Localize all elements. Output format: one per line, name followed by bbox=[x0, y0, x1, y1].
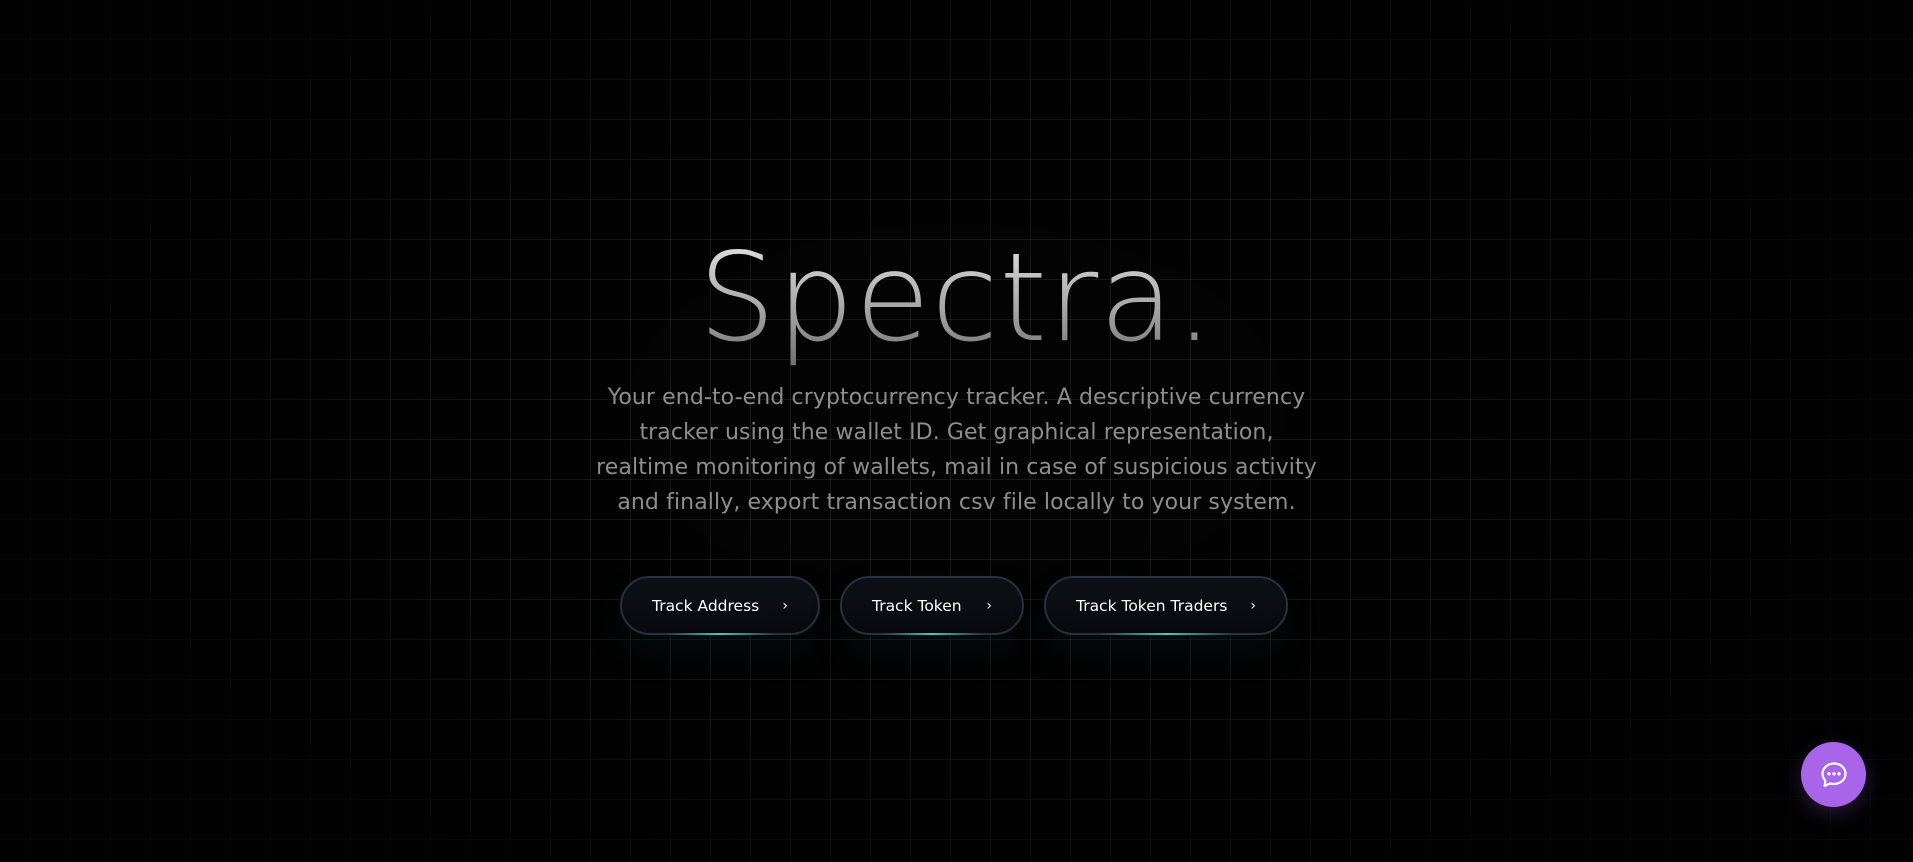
chat-button[interactable] bbox=[1801, 742, 1866, 807]
landing-page: Spectra. Your end-to-end cryptocurrency … bbox=[0, 0, 1913, 862]
chevron-right-icon: › bbox=[986, 597, 992, 614]
hero-description: Your end-to-end cryptocurrency tracker. … bbox=[596, 385, 1317, 515]
chat-bubble-icon bbox=[1820, 761, 1847, 787]
track-token-label: Track Token bbox=[872, 596, 962, 615]
hero-section: Spectra. Your end-to-end cryptocurrency … bbox=[0, 0, 1913, 862]
track-address-button[interactable]: Track Address › bbox=[620, 576, 820, 635]
track-token-traders-label: Track Token Traders bbox=[1076, 596, 1228, 615]
track-token-button[interactable]: Track Token › bbox=[840, 576, 1024, 635]
track-address-label: Track Address bbox=[652, 596, 760, 615]
hero-title: Spectra. bbox=[0, 228, 1913, 368]
track-token-traders-button[interactable]: Track Token Traders › bbox=[1044, 576, 1288, 635]
chevron-right-icon: › bbox=[1250, 597, 1256, 614]
hero-actions: Track Address › Track Token › Track Toke… bbox=[620, 576, 1288, 635]
chevron-right-icon: › bbox=[782, 597, 788, 614]
